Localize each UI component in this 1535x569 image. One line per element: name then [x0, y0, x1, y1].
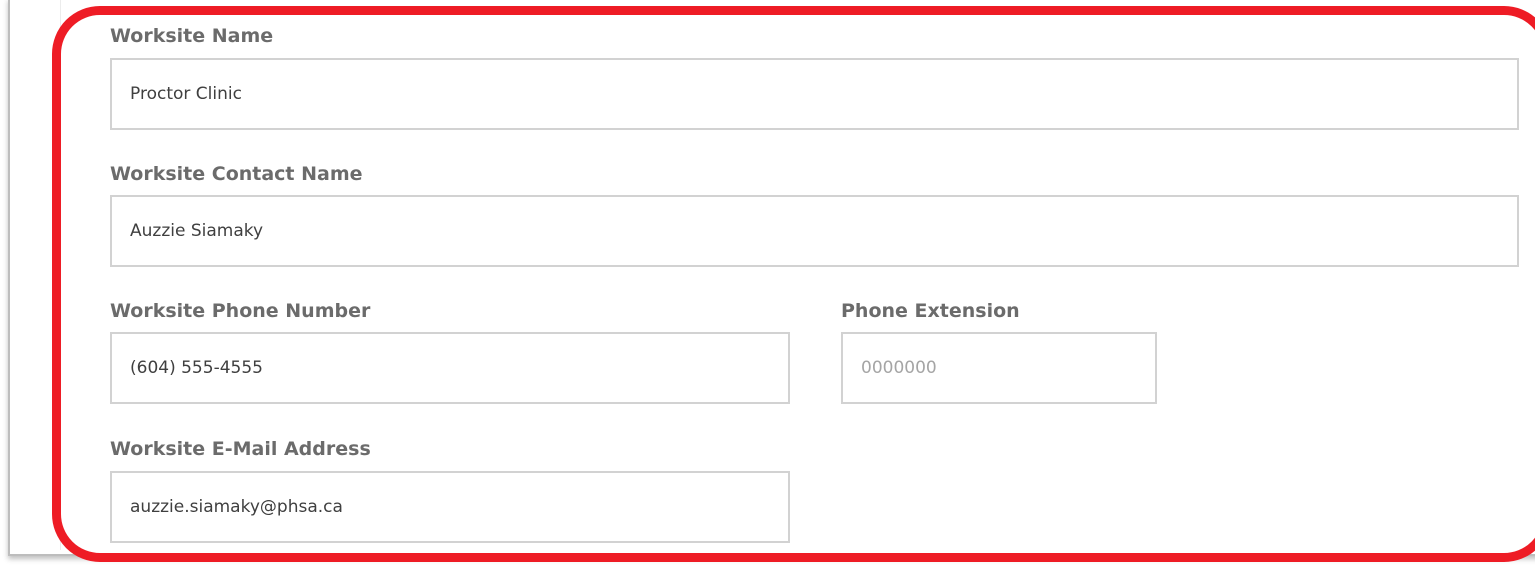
worksite-phone-number-label: Worksite Phone Number [110, 300, 371, 322]
worksite-phone-number-input[interactable] [110, 332, 790, 404]
worksite-email-input[interactable] [110, 471, 790, 543]
worksite-email-label: Worksite E-Mail Address [110, 438, 371, 460]
panel-divider [60, 0, 61, 550]
phone-extension-label: Phone Extension [841, 300, 1020, 322]
worksite-contact-name-input[interactable] [110, 195, 1519, 267]
phone-extension-input[interactable] [841, 332, 1157, 404]
worksite-name-label: Worksite Name [110, 25, 274, 47]
worksite-contact-name-label: Worksite Contact Name [110, 163, 363, 185]
worksite-form-screenshot: Worksite Name Worksite Contact Name Work… [0, 0, 1535, 569]
worksite-name-input[interactable] [110, 58, 1519, 130]
